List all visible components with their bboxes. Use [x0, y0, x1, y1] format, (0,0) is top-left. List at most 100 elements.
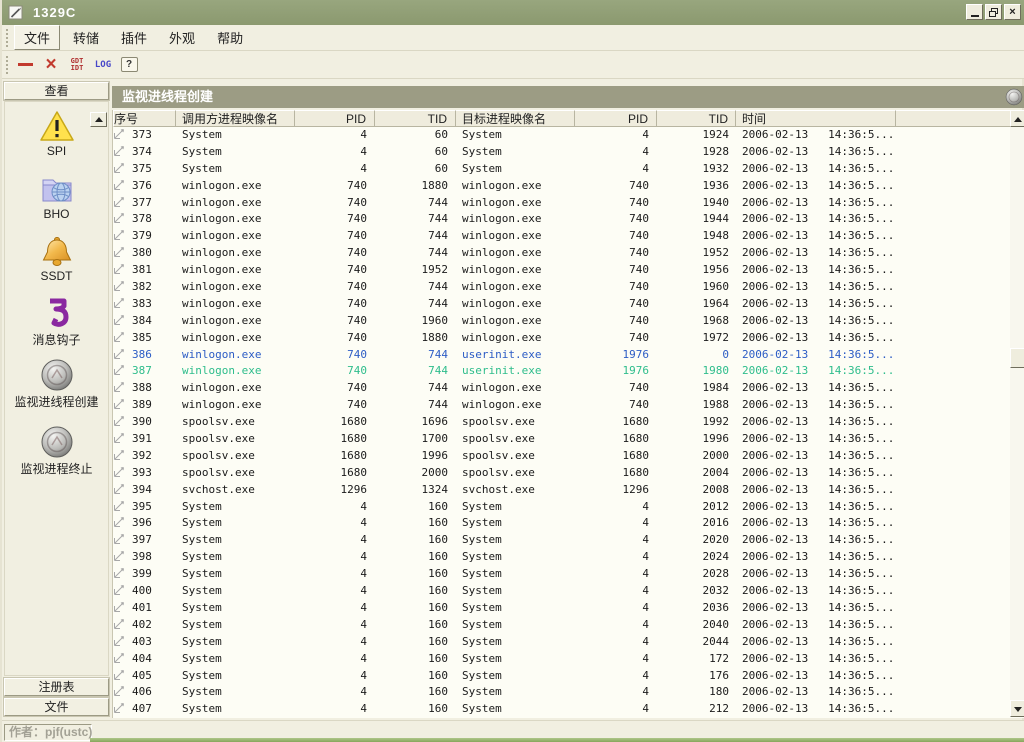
- sidebar-item-bho[interactable]: BHO: [5, 173, 108, 221]
- col-header-no[interactable]: 序号: [113, 110, 176, 127]
- table-row[interactable]: 406System4160System41802006-02-13 14:36:…: [113, 684, 1010, 701]
- vertical-scrollbar[interactable]: [1010, 110, 1024, 717]
- hook-icon: [39, 296, 75, 330]
- table-row[interactable]: 407System4160System42122006-02-13 14:36:…: [113, 701, 1010, 718]
- sidebar-item-monitor-process-thread-creation[interactable]: 监视进线程创建: [5, 358, 108, 410]
- col-header-target-image[interactable]: 目标进程映像名: [456, 110, 575, 127]
- table-row[interactable]: 374System460System419282006-02-13 14:36:…: [113, 144, 1010, 161]
- menu-item-dump[interactable]: 转储: [64, 26, 108, 49]
- sidebar-item-ssdt[interactable]: SSDT: [5, 235, 108, 283]
- col-header-empty[interactable]: [896, 110, 1010, 127]
- gdt-idt-button[interactable]: GDTIDT: [66, 54, 88, 76]
- red-x-icon: ×: [45, 56, 56, 74]
- panel-title: 监视进线程创建: [122, 89, 213, 104]
- table-row[interactable]: 376winlogon.exe7401880winlogon.exe740193…: [113, 178, 1010, 195]
- target-tid-cell: 1932: [657, 161, 736, 178]
- menu-item-appearance[interactable]: 外观: [160, 26, 204, 49]
- table-row[interactable]: 384winlogon.exe7401960winlogon.exe740196…: [113, 313, 1010, 330]
- scroll-down-button[interactable]: [1010, 700, 1024, 717]
- sidebar-file-button[interactable]: 文件: [4, 698, 109, 716]
- caller-image-cell: winlogon.exe: [176, 380, 295, 397]
- table-row[interactable]: 395System4160System420122006-02-13 14:36…: [113, 499, 1010, 516]
- log-icon: LOG: [95, 60, 111, 70]
- table-row[interactable]: 405System4160System41762006-02-13 14:36:…: [113, 668, 1010, 685]
- menu-item-file[interactable]: 文件: [14, 25, 60, 50]
- caller-image-cell: spoolsv.exe: [176, 448, 295, 465]
- table-row[interactable]: 379winlogon.exe740744winlogon.exe7401948…: [113, 228, 1010, 245]
- caller-tid-cell: 1324: [375, 482, 456, 499]
- table-row[interactable]: 404System4160System41722006-02-13 14:36:…: [113, 651, 1010, 668]
- table-row[interactable]: 396System4160System420162006-02-13 14:36…: [113, 515, 1010, 532]
- sidebar-registry-button[interactable]: 注册表: [4, 678, 109, 696]
- minimize-button[interactable]: [966, 4, 983, 20]
- table-row[interactable]: 391spoolsv.exe16801700spoolsv.exe1680199…: [113, 431, 1010, 448]
- row-item-icon: [113, 465, 126, 478]
- table-row[interactable]: 403System4160System420442006-02-13 14:36…: [113, 634, 1010, 651]
- table-row[interactable]: 375System460System419322006-02-13 14:36:…: [113, 161, 1010, 178]
- table-row[interactable]: 399System4160System420282006-02-13 14:36…: [113, 566, 1010, 583]
- sidebar-item-spi[interactable]: SPI: [5, 110, 108, 158]
- caller-image-cell: spoolsv.exe: [176, 465, 295, 482]
- table-row[interactable]: 377winlogon.exe740744winlogon.exe7401940…: [113, 195, 1010, 212]
- table-row[interactable]: 373System460System419242006-02-13 14:36:…: [113, 127, 1010, 144]
- sidebar-header-view-button[interactable]: 查看: [4, 82, 109, 100]
- target-pid-cell: 4: [575, 701, 657, 718]
- col-header-target-tid[interactable]: TID: [657, 110, 736, 127]
- caller-image-cell: System: [176, 684, 295, 701]
- col-header-pid[interactable]: PID: [295, 110, 375, 127]
- scrollbar-thumb[interactable]: [1010, 348, 1024, 368]
- table-row[interactable]: 388winlogon.exe740744winlogon.exe7401984…: [113, 380, 1010, 397]
- menu-item-help[interactable]: 帮助: [208, 26, 252, 49]
- table-row[interactable]: 382winlogon.exe740744winlogon.exe7401960…: [113, 279, 1010, 296]
- col-header-time[interactable]: 时间: [736, 110, 896, 127]
- col-header-target-pid[interactable]: PID: [575, 110, 657, 127]
- time-cell: 2006-02-13 14:36:5...: [736, 296, 896, 313]
- target-tid-cell: 1992: [657, 414, 736, 431]
- table-row[interactable]: 400System4160System420322006-02-13 14:36…: [113, 583, 1010, 600]
- caller-image-cell: winlogon.exe: [176, 178, 295, 195]
- menu-gripper[interactable]: [6, 29, 10, 47]
- table-row[interactable]: 401System4160System420362006-02-13 14:36…: [113, 600, 1010, 617]
- sphere-icon: [40, 425, 74, 459]
- table-row[interactable]: 402System4160System420402006-02-13 14:36…: [113, 617, 1010, 634]
- table-row[interactable]: 378winlogon.exe740744winlogon.exe7401944…: [113, 211, 1010, 228]
- row-no: 383: [132, 296, 152, 313]
- sidebar-item-monitor-process-termination[interactable]: 监视进程终止: [5, 425, 108, 477]
- table-row[interactable]: 398System4160System420242006-02-13 14:36…: [113, 549, 1010, 566]
- menu-item-plugins[interactable]: 插件: [112, 26, 156, 49]
- terminate-button[interactable]: ×: [40, 54, 62, 76]
- row-item-icon: [113, 617, 126, 630]
- help-button[interactable]: ?: [118, 54, 140, 76]
- toolbar-gripper[interactable]: [6, 56, 10, 74]
- table-row[interactable]: 397System4160System420202006-02-13 14:36…: [113, 532, 1010, 549]
- restore-button[interactable]: [985, 4, 1002, 20]
- remove-button[interactable]: [14, 54, 36, 76]
- table-row[interactable]: 387winlogon.exe740744userinit.exe1976198…: [113, 363, 1010, 380]
- row-no: 377: [132, 195, 152, 212]
- target-pid-cell: 4: [575, 617, 657, 634]
- table-row[interactable]: 385winlogon.exe7401880winlogon.exe740197…: [113, 330, 1010, 347]
- table-row[interactable]: 386winlogon.exe740744userinit.exe1976020…: [113, 347, 1010, 364]
- caller-tid-cell: 1700: [375, 431, 456, 448]
- caller-tid-cell: 1880: [375, 178, 456, 195]
- target-image-cell: System: [456, 127, 575, 144]
- table-row[interactable]: 390spoolsv.exe16801696spoolsv.exe1680199…: [113, 414, 1010, 431]
- row-no-cell: 375: [113, 161, 176, 178]
- table-row[interactable]: 393spoolsv.exe16802000spoolsv.exe1680200…: [113, 465, 1010, 482]
- caller-tid-cell: 160: [375, 566, 456, 583]
- table-row[interactable]: 389winlogon.exe740744winlogon.exe7401988…: [113, 397, 1010, 414]
- table-row[interactable]: 392spoolsv.exe16801996spoolsv.exe1680200…: [113, 448, 1010, 465]
- scroll-up-button[interactable]: [1010, 110, 1024, 127]
- table-row[interactable]: 381winlogon.exe7401952winlogon.exe740195…: [113, 262, 1010, 279]
- col-header-caller-image[interactable]: 调用方进程映像名: [176, 110, 295, 127]
- row-no: 389: [132, 397, 152, 414]
- target-image-cell: winlogon.exe: [456, 313, 575, 330]
- row-no: 375: [132, 161, 152, 178]
- log-button[interactable]: LOG: [92, 54, 114, 76]
- table-row[interactable]: 383winlogon.exe740744winlogon.exe7401964…: [113, 296, 1010, 313]
- table-row[interactable]: 380winlogon.exe740744winlogon.exe7401952…: [113, 245, 1010, 262]
- col-header-tid[interactable]: TID: [375, 110, 456, 127]
- sidebar-item-message-hook[interactable]: 消息钩子: [5, 296, 108, 348]
- close-button[interactable]: ×: [1004, 4, 1021, 20]
- table-row[interactable]: 394svchost.exe12961324svchost.exe1296200…: [113, 482, 1010, 499]
